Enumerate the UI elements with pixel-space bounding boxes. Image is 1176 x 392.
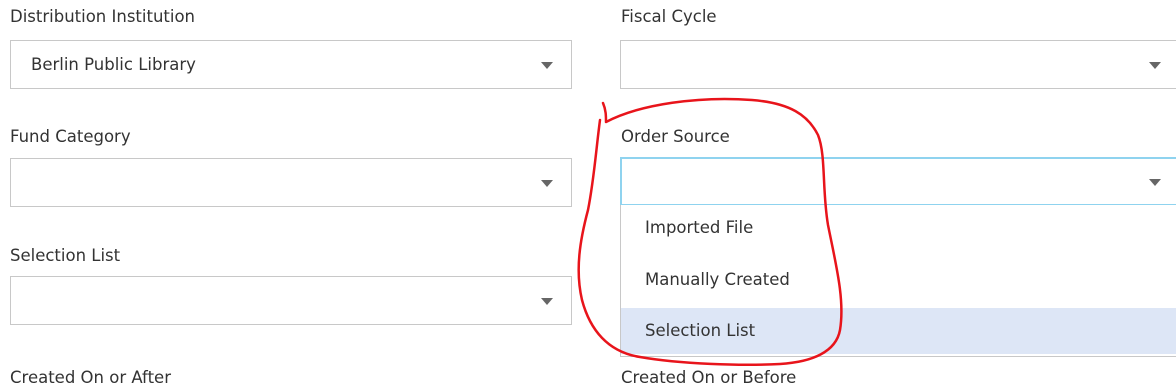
- fiscal-cycle-label: Fiscal Cycle: [621, 7, 717, 26]
- order-source-option-selection-list[interactable]: Selection List: [621, 308, 1176, 354]
- chevron-down-icon[interactable]: [541, 62, 553, 69]
- created-on-or-before-label: Created On or Before: [621, 368, 797, 387]
- fiscal-cycle-select[interactable]: [620, 40, 1176, 89]
- selection-list-label: Selection List: [10, 246, 121, 265]
- selection-list-select[interactable]: [10, 276, 572, 325]
- chevron-down-icon[interactable]: [1149, 62, 1161, 69]
- distribution-institution-select[interactable]: Berlin Public Library: [10, 40, 572, 89]
- distribution-institution-label: Distribution Institution: [10, 7, 196, 26]
- distribution-institution-value: Berlin Public Library: [31, 55, 196, 74]
- fund-category-label: Fund Category: [10, 127, 131, 146]
- fund-category-select[interactable]: [10, 158, 572, 207]
- created-on-or-after-label: Created On or After: [10, 368, 171, 387]
- chevron-down-icon[interactable]: [541, 180, 553, 187]
- chevron-down-icon[interactable]: [541, 298, 553, 305]
- order-source-option-manually-created[interactable]: Manually Created: [621, 257, 1176, 303]
- order-source-label: Order Source: [621, 127, 730, 146]
- chevron-down-icon[interactable]: [1149, 179, 1161, 186]
- order-source-select[interactable]: [620, 157, 1176, 206]
- order-source-option-imported-file[interactable]: Imported File: [621, 205, 1176, 251]
- order-source-dropdown-menu: Imported File Manually Created Selection…: [620, 205, 1176, 357]
